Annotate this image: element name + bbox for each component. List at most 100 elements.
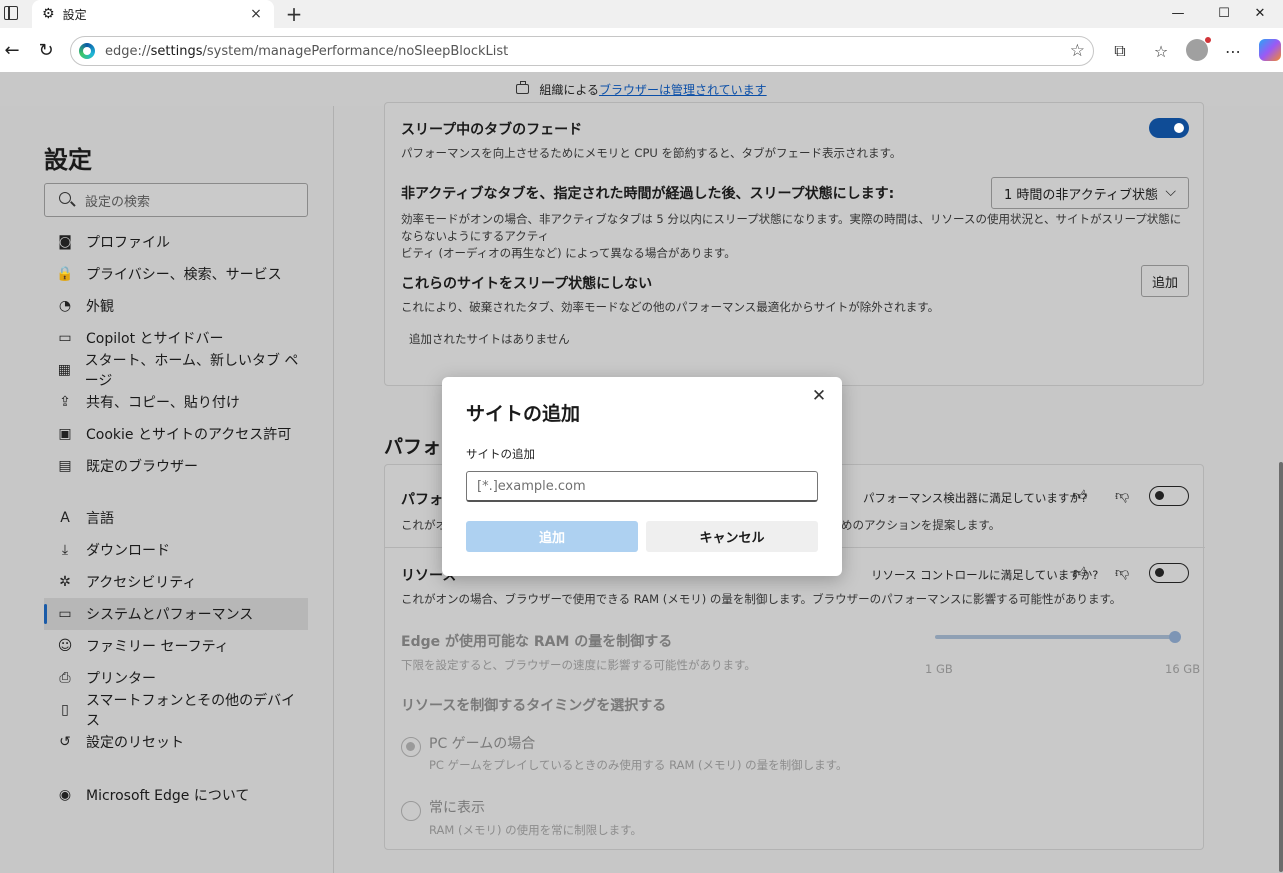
fade-desc: パフォーマンスを向上させるためにメモリと CPU を節約すると、タブがフェード表… (401, 146, 902, 160)
add-button[interactable]: 追加 (466, 521, 638, 552)
add-site-dialog: サイトの追加 ✕ サイトの追加 追加 キャンセル (442, 377, 842, 576)
detector-toggle[interactable] (1149, 486, 1189, 506)
sleep-timeout-select[interactable]: 1 時間の非アクティブ状態 ⌵ (991, 177, 1189, 209)
nosleep-desc: これにより、破棄されたタブ、効率モードなどの他のパフォーマンス最適化からサイトが… (401, 300, 940, 314)
sidebar-item-label: 外観 (86, 299, 114, 315)
fade-toggle[interactable] (1149, 118, 1189, 138)
sidebar-toggle-icon[interactable] (4, 6, 18, 20)
url-host: settings (150, 43, 203, 59)
close-icon[interactable]: ✕ (808, 385, 830, 407)
favorites-icon[interactable]: ☆ (1150, 40, 1172, 62)
resource-toggle[interactable] (1149, 563, 1189, 583)
managed-link[interactable]: ブラウザーは管理されています (599, 81, 767, 98)
sidebar-item-label: Cookie とサイトのアクセス許可 (86, 427, 292, 443)
thumbs-down-icon[interactable]: 👎︎ (1115, 487, 1129, 504)
sidebar-item[interactable]: ▦ スタート、ホーム、新しいタブ ページ (44, 353, 308, 389)
thumbs-up-icon[interactable]: 👍︎ (1073, 564, 1088, 581)
managed-banner: 組織による ブラウザーは管理されています (0, 72, 1283, 106)
phone-icon: ▯ (61, 702, 69, 718)
detector-feedback: パフォーマンス検出器に満足していますか? (863, 491, 1088, 505)
new-tab-button[interactable]: + (282, 2, 306, 26)
sleep-title: 非アクティブなタブを、指定された時間が経過した後、スリープ状態にします: (401, 186, 895, 202)
address-bar[interactable]: edge://settings/system/managePerformance… (70, 36, 1094, 66)
minimize-button[interactable]: — (1155, 0, 1201, 26)
browser-icon: ▤ (58, 458, 72, 474)
opt2-desc: RAM (メモリ) の使用を常に制限します。 (429, 823, 642, 837)
sidebar-item[interactable]: ↺ 設定のリセット (44, 726, 308, 758)
sidebar-item[interactable]: ▭ システムとパフォーマンス (44, 598, 308, 630)
fade-title: スリープ中のタブのフェード (401, 122, 583, 138)
copilot-icon[interactable] (1259, 39, 1281, 61)
opt2-title: 常に表示 (429, 800, 485, 816)
sleep-select-value: 1 時間の非アクティブ状態 (1004, 187, 1158, 203)
nosleep-empty: 追加されたサイトはありません (409, 332, 570, 346)
radio-pc-game[interactable] (401, 737, 421, 757)
cancel-button[interactable]: キャンセル (646, 521, 818, 552)
more-menu-icon[interactable]: ⋯ (1222, 40, 1244, 62)
extensions-icon[interactable]: ⧉ (1109, 40, 1131, 62)
ram-title: Edge が使用可能な RAM の量を制御する (401, 634, 673, 650)
sidebar-item[interactable]: ▯ スマートフォンとその他のデバイス (44, 693, 308, 729)
site-url-input[interactable] (466, 471, 818, 502)
tab-bar: ⚙ 設定 × + — ☐ ✕ (0, 0, 1283, 28)
profile-icon: ◙ (58, 234, 72, 250)
sidebar-item[interactable]: A 言語 (44, 502, 308, 534)
cookie-icon: ▣ (58, 426, 72, 442)
sidebar-item-label: 言語 (86, 511, 114, 527)
nosleep-title: これらのサイトをスリープ状態にしない (401, 276, 653, 292)
sidebar-item[interactable]: ▤ 既定のブラウザー (44, 450, 308, 482)
family-icon: ☺ (57, 638, 73, 654)
tab-close-button[interactable]: × (246, 4, 266, 24)
ram-desc: 下限を設定すると、ブラウザーの速度に影響する可能性があります。 (401, 658, 756, 672)
thumbs-down-icon[interactable]: 👎︎ (1115, 564, 1129, 581)
sidebar-item[interactable]: ◙ プロファイル (44, 226, 308, 258)
lock-icon: 🔒 (56, 266, 74, 282)
sidebar-item-label: Copilot とサイドバー (86, 331, 224, 347)
tab-settings[interactable]: ⚙ 設定 × (32, 0, 274, 28)
sidebar-item[interactable]: 🔒 プライバシー、検索、サービス (44, 258, 308, 290)
radio-always[interactable] (401, 801, 421, 821)
sidebar-item-label: プライバシー、検索、サービス (86, 267, 282, 283)
opt1-desc: PC ゲームをプレイしているときのみ使用する RAM (メモリ) の量を制御しま… (429, 758, 848, 772)
sidebar-item[interactable]: ☺ ファミリー セーフティ (44, 630, 308, 662)
system-icon: ▭ (58, 606, 72, 622)
back-button[interactable]: ← (0, 38, 24, 62)
add-site-button[interactable]: 追加 (1141, 265, 1189, 297)
download-icon: ⤓ (61, 542, 69, 558)
sidebar-item-label: プリンター (86, 671, 156, 687)
window-close-button[interactable]: ✕ (1237, 0, 1283, 26)
sidebar-item[interactable]: ◉ Microsoft Edge について (44, 779, 308, 811)
settings-sidebar: 設定 設定の検索 ◙ プロファイル 🔒 プライバシー、検索、サービス ◔ 外観 ▭ Copil… (0, 106, 334, 873)
sidebar-item-label: 既定のブラウザー (86, 459, 198, 475)
thumbs-up-icon[interactable]: 👍︎ (1073, 487, 1088, 504)
reset-icon: ↺ (59, 734, 71, 750)
sidebar-item[interactable]: ⇪ 共有、コピー、貼り付け (44, 386, 308, 418)
search-input[interactable]: 設定の検索 (44, 183, 308, 217)
language-icon: A (60, 510, 70, 526)
sleep-desc-line1: 効率モードがオンの場合、非アクティブなタブは 5 分以内にスリープ状態になります… (401, 212, 1182, 243)
sidebar-item[interactable]: ⤓ ダウンロード (44, 534, 308, 566)
refresh-button[interactable]: ↻ (34, 38, 58, 62)
ram-slider-track[interactable] (935, 635, 1175, 639)
sidebar-item[interactable]: ▣ Cookie とサイトのアクセス許可 (44, 418, 308, 450)
scrollbar[interactable] (1279, 462, 1283, 872)
sidebar-item[interactable]: ◔ 外観 (44, 290, 308, 322)
ram-min-label: 1 GB (925, 662, 953, 676)
sidebar-item[interactable]: ✲ アクセシビリティ (44, 566, 308, 598)
ram-max-label: 16 GB (1165, 662, 1201, 676)
sidebar-item-label: Microsoft Edge について (86, 788, 250, 804)
tabs-sleep-card: スリープ中のタブのフェード パフォーマンスを向上させるためにメモリと CPU を… (384, 102, 1204, 386)
share-icon: ⇪ (59, 394, 71, 410)
page-title: 設定 (44, 146, 92, 174)
briefcase-icon (516, 81, 530, 94)
sidebar-item-label: アクセシビリティ (86, 575, 197, 591)
timing-title: リソースを制御するタイミングを選択する (401, 698, 667, 714)
sidebar-item-label: システムとパフォーマンス (86, 607, 254, 623)
ram-slider-handle[interactable] (1169, 631, 1181, 643)
avatar[interactable] (1186, 37, 1211, 61)
browser-toolbar: ← ↻ edge://settings/system/managePerform… (0, 28, 1283, 72)
sidebar-item-label: ファミリー セーフティ (86, 639, 229, 655)
gear-icon: ⚙ (42, 6, 55, 22)
favorite-star-icon[interactable]: ☆ (1070, 41, 1085, 61)
url-prefix: edge:// (105, 43, 151, 59)
